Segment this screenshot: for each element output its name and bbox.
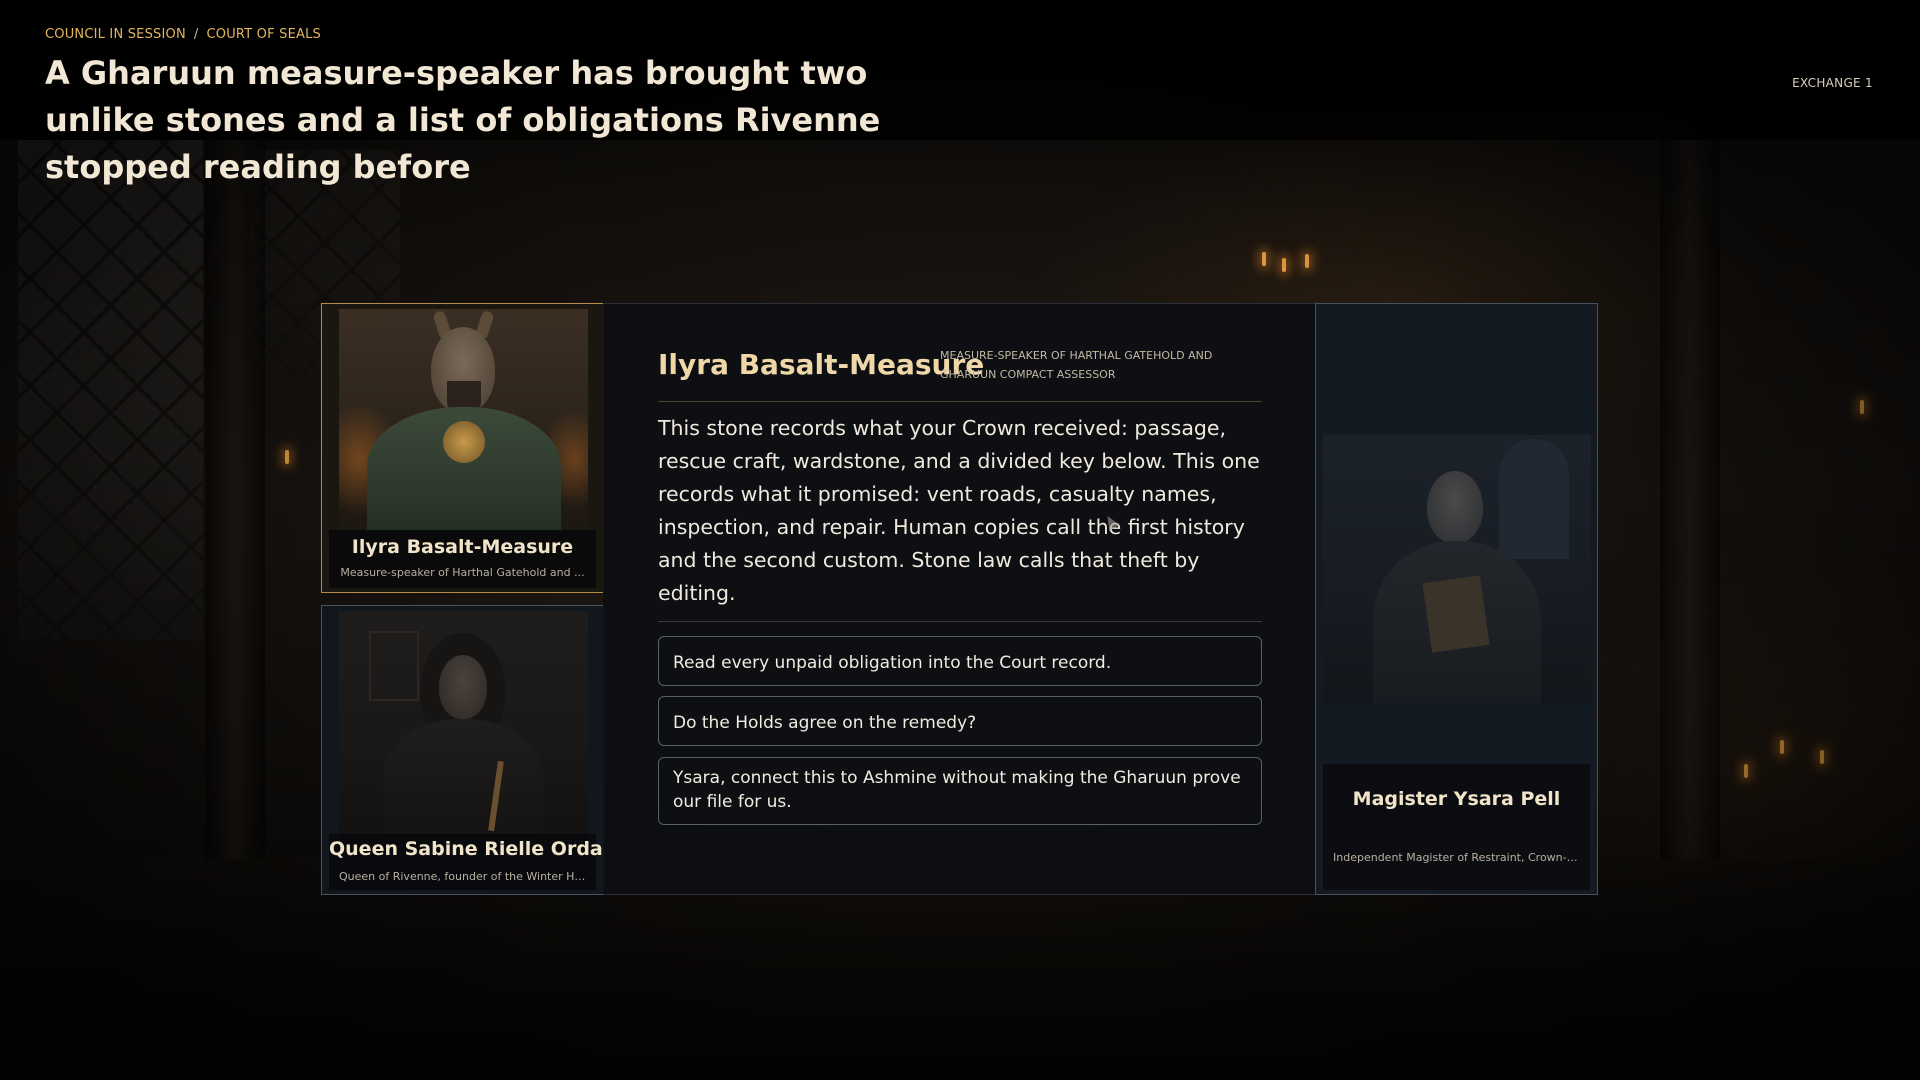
card-label-bar: Magister Ysara Pell Independent Magister… <box>1323 764 1590 890</box>
speaker-title: MEASURE-SPEAKER OF HARTHAL GATEHOLD AND … <box>940 349 1213 381</box>
dialogue-choice[interactable]: Do the Holds agree on the remedy? <box>658 696 1262 746</box>
card-label-bar: Ilyra Basalt-Measure Measure-speaker of … <box>329 530 596 588</box>
speech-text: This stone records what your Crown recei… <box>658 416 1260 605</box>
divider <box>658 621 1262 622</box>
breadcrumb-separator: / <box>193 27 199 42</box>
speaker-header: Ilyra Basalt-Measure MEASURE-SPEAKER OF … <box>658 346 1262 402</box>
participant-name: Ilyra Basalt-Measure <box>351 536 574 558</box>
exchange-counter: EXCHANGE 1 <box>1792 76 1873 90</box>
magister-portrait-icon <box>1323 435 1591 703</box>
horned-gharuun-portrait-icon <box>339 309 588 531</box>
participant-card-ilyra[interactable]: Ilyra Basalt-Measure Measure-speaker of … <box>321 303 604 593</box>
participant-name: Magister Ysara Pell <box>1352 788 1561 810</box>
breadcrumb-item[interactable]: COURT OF SEALS <box>206 27 320 42</box>
participant-subtitle: Queen of Rivenne, founder of the Winter … <box>339 870 592 883</box>
participant-card-sabine[interactable]: Queen Sabine Rielle Ordan Queen of Riven… <box>321 605 604 895</box>
participant-subtitle: Measure-speaker of Harthal Gatehold and … <box>340 566 585 579</box>
participant-subtitle: Independent Magister of Restraint, Crown… <box>1333 851 1581 864</box>
breadcrumb: COUNCIL IN SESSION / COURT OF SEALS <box>45 27 321 42</box>
speaker-name: Ilyra Basalt-Measure <box>658 348 985 381</box>
page-title: A Gharuun measure-speaker has brought tw… <box>45 54 881 186</box>
breadcrumb-item[interactable]: COUNCIL IN SESSION <box>45 27 186 42</box>
participant-name: Queen Sabine Rielle Ordan <box>329 838 604 860</box>
dialogue-choice[interactable]: Read every unpaid obligation into the Co… <box>658 636 1262 686</box>
dialogue-choice[interactable]: Ysara, connect this to Ashmine without m… <box>658 757 1262 825</box>
dialogue-panel: Ilyra Basalt-Measure MEASURE-SPEAKER OF … <box>603 303 1315 895</box>
card-label-bar: Queen Sabine Rielle Ordan Queen of Riven… <box>329 834 604 890</box>
participant-card-ysara[interactable]: Magister Ysara Pell Independent Magister… <box>1315 303 1598 895</box>
queen-portrait-icon <box>339 611 588 839</box>
